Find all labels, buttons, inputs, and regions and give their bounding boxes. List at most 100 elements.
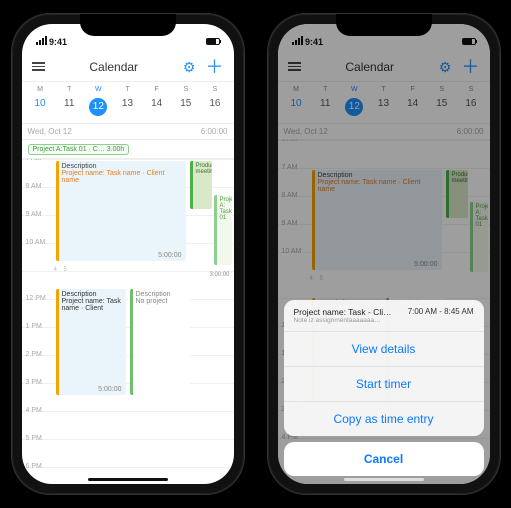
event-block[interactable]: Description Project name: Task name · Cl… [56, 289, 126, 395]
cancel-button[interactable]: Cancel [284, 442, 484, 476]
view-details-button[interactable]: View details [284, 332, 484, 367]
event-duration: 5:00:00 [98, 386, 121, 393]
weekday: S [200, 84, 229, 95]
event-block[interactable]: Description Project name: Task name · Cl… [56, 161, 186, 261]
hour-label: 12 PM [26, 295, 52, 302]
menu-icon[interactable] [32, 62, 45, 71]
date[interactable]: 14 [398, 95, 427, 119]
hour-label: 6 PM [26, 463, 52, 470]
sheet-note: Note iz assignmentaaaaaaa… [294, 317, 392, 324]
date-selected[interactable]: 12 [84, 95, 113, 119]
hour-label: 9 AM [26, 211, 52, 218]
event-title: Description [62, 163, 183, 170]
event-block[interactable]: Project A: Task 01 [214, 195, 232, 265]
allday-event-pill[interactable]: Project A:Task 01 · C… 3.00h [28, 144, 130, 155]
battery-icon [462, 38, 476, 45]
hour-label: 2 PM [26, 351, 52, 358]
add-icon[interactable]: ＋ [205, 58, 223, 76]
add-icon[interactable]: ＋ [461, 58, 479, 76]
hour-label: 8 AM [26, 183, 52, 190]
weekday: W [84, 84, 113, 95]
hour-label: 4 PM [26, 407, 52, 414]
event-block[interactable]: Description Project name: Task name · Cl… [312, 170, 442, 270]
phone-right: 9:41 Calendar ⚙ ＋ M T W T F S S 10 11 12… [268, 14, 500, 494]
copy-as-time-entry-button[interactable]: Copy as time entry [284, 402, 484, 436]
date[interactable]: 10 [26, 95, 55, 119]
date[interactable]: 11 [55, 95, 84, 119]
sheet-title: Project name: Task - Cli… [294, 307, 392, 317]
notch [80, 14, 176, 36]
event-title: Description [62, 291, 123, 298]
weekday: T [113, 84, 142, 95]
sheet-time: 7:00 AM - 8:45 AM [408, 307, 474, 316]
menu-icon[interactable] [288, 62, 301, 71]
weekday: W [340, 84, 369, 95]
event-title: Description [136, 291, 187, 298]
event-block[interactable]: Product meeting [190, 161, 212, 209]
date[interactable]: 13 [369, 95, 398, 119]
weekday-row: M T W T F S S [278, 82, 490, 95]
page-title: Calendar [89, 60, 138, 74]
weekday: M [282, 84, 311, 95]
date-row: 10 11 12 13 14 15 16 [22, 95, 234, 123]
weekday: F [142, 84, 171, 95]
navbar: Calendar ⚙ ＋ [278, 52, 490, 82]
small-hour: 4 [310, 276, 313, 282]
date[interactable]: 14 [142, 95, 171, 119]
allday-time: 6:00:00 [201, 127, 228, 136]
date[interactable]: 11 [311, 95, 340, 119]
status-time: 9:41 [305, 37, 323, 47]
date-row: 10 11 12 13 14 15 16 [278, 95, 490, 123]
weekday: T [369, 84, 398, 95]
home-indicator[interactable] [344, 478, 424, 481]
hour-label: 9 AM [282, 220, 308, 227]
weekday: S [456, 84, 485, 95]
weekday: T [311, 84, 340, 95]
weekday: F [398, 84, 427, 95]
action-sheet: Project name: Task - Cli… Note iz assign… [284, 300, 484, 476]
settings-icon[interactable]: ⚙ [439, 60, 452, 74]
notch [336, 14, 432, 36]
event-duration: 5:00:00 [414, 261, 437, 268]
sheet-card: Project name: Task - Cli… Note iz assign… [284, 300, 484, 436]
event-block[interactable]: Project A: Task 01 [470, 202, 488, 272]
home-indicator[interactable] [88, 478, 168, 481]
event-subtitle: Project name: Task name · Client name [62, 170, 183, 184]
date[interactable]: 10 [282, 95, 311, 119]
small-hour: 4 [54, 267, 57, 273]
event-subtitle: Project name: Task name · Client name [318, 179, 439, 193]
allday-header: Wed, Oct 12 6:00:00 [22, 123, 234, 140]
phone-left: 9:41 Calendar ⚙ ＋ M T W T F S S 10 11 12… [12, 14, 244, 494]
event-subtitle: No project [136, 298, 187, 305]
date[interactable]: 16 [200, 95, 229, 119]
allday-time: 6:00:00 [457, 127, 484, 136]
timeline[interactable]: 7 AM 8 AM 9 AM 10 AM 4 5 12 PM 1 PM 2 PM… [22, 159, 234, 479]
screen-left: 9:41 Calendar ⚙ ＋ M T W T F S S 10 11 12… [22, 24, 234, 484]
sheet-header: Project name: Task - Cli… Note iz assign… [284, 300, 484, 332]
settings-icon[interactable]: ⚙ [183, 60, 196, 74]
event-block[interactable]: Product meeting [446, 170, 468, 218]
allday-date: Wed, Oct 12 [28, 127, 72, 136]
hour-label: 8 AM [282, 192, 308, 199]
date[interactable]: 15 [171, 95, 200, 119]
allday-row: Project A:Task 01 · C… 3.00h [22, 140, 234, 159]
hour-label: 10 AM [26, 239, 52, 246]
hour-label: 7 AM [282, 164, 308, 171]
hour-label: 1 PM [26, 323, 52, 330]
date[interactable]: 16 [456, 95, 485, 119]
weekday: S [171, 84, 200, 95]
hour-label: 5 PM [26, 435, 52, 442]
small-hour: 5 [320, 276, 323, 282]
date-selected[interactable]: 12 [340, 95, 369, 119]
weekday: S [427, 84, 456, 95]
screen-right: 9:41 Calendar ⚙ ＋ M T W T F S S 10 11 12… [278, 24, 490, 484]
start-timer-button[interactable]: Start timer [284, 367, 484, 402]
signal-icon [292, 36, 303, 45]
hour-label: 6 AM [282, 140, 308, 143]
date[interactable]: 15 [427, 95, 456, 119]
date[interactable]: 13 [113, 95, 142, 119]
small-hour: 5 [64, 267, 67, 273]
event-block[interactable]: Description No project [130, 289, 190, 395]
page-title: Calendar [345, 60, 394, 74]
signal-icon [36, 36, 47, 45]
